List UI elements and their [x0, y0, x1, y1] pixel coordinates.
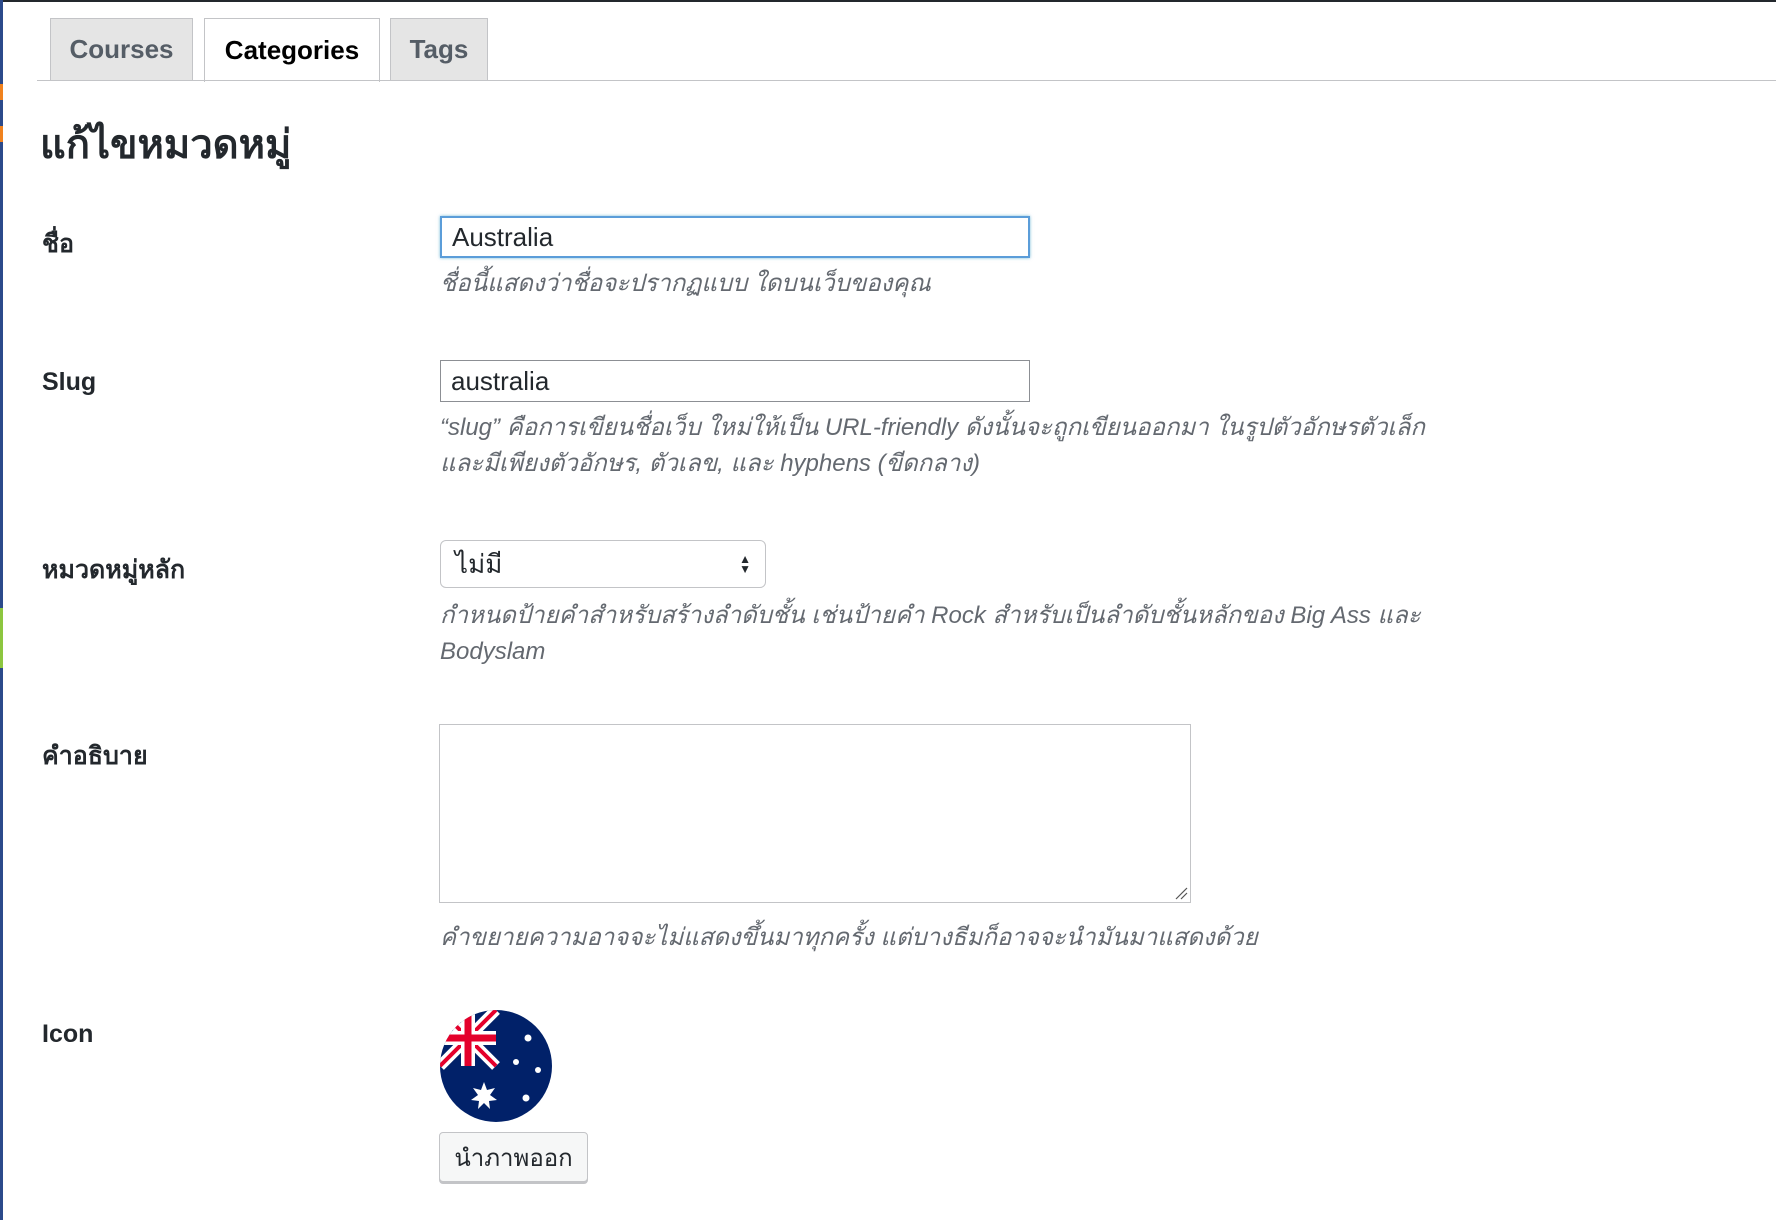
parent-select[interactable]: ไม่มี ▲ ▼ [440, 540, 766, 588]
parent-label: หมวดหมู่หลัก [42, 556, 186, 584]
slug-hint-line1: “slug” คือการเขียนชื่อเว็บ ใหม่ให้เป็น U… [440, 414, 1425, 441]
name-input[interactable] [440, 216, 1030, 258]
tab-bar: Courses Categories Tags [37, 18, 1776, 82]
remove-image-button[interactable]: นำภาพออก [439, 1132, 588, 1182]
parent-hint-line2: Bodyslam [440, 638, 546, 665]
slug-hint-line2: และมีเพียงตัวอักษร, ตัวเลข, และ hyphens … [440, 450, 981, 477]
parent-hint-line1: กำหนดป้ายคำสำหรับสร้างลำดับชั้น เช่นป้าย… [440, 602, 1421, 629]
slug-input[interactable] [440, 360, 1030, 402]
name-label: ชื่อ [42, 230, 74, 258]
page-title: แก้ไขหมวดหมู่ [40, 122, 292, 168]
slug-label: Slug [42, 368, 97, 396]
top-border [0, 0, 1776, 2]
tab-divider [37, 80, 1776, 81]
name-hint: ชื่อนี้แสดงว่าชื่อจะปรากฏแบบ ใดบนเว็บของ… [440, 270, 931, 297]
select-arrows-icon: ▲ ▼ [739, 552, 751, 576]
icon-label: Icon [42, 1020, 94, 1048]
tab-courses[interactable]: Courses [50, 18, 193, 80]
admin-sidebar-edge [0, 0, 3, 1220]
tab-tags[interactable]: Tags [390, 18, 488, 80]
description-textarea[interactable] [439, 724, 1191, 903]
parent-select-value: ไม่มี [455, 548, 503, 579]
resize-handle-icon[interactable] [1174, 886, 1188, 900]
description-hint: คำขยายความอาจจะไม่แสดงขึ้นมาทุกครั้ง แต่… [440, 924, 1258, 951]
tab-categories[interactable]: Categories [204, 18, 380, 82]
australia-flag-icon [440, 1010, 552, 1122]
description-label: คำอธิบาย [42, 742, 148, 770]
